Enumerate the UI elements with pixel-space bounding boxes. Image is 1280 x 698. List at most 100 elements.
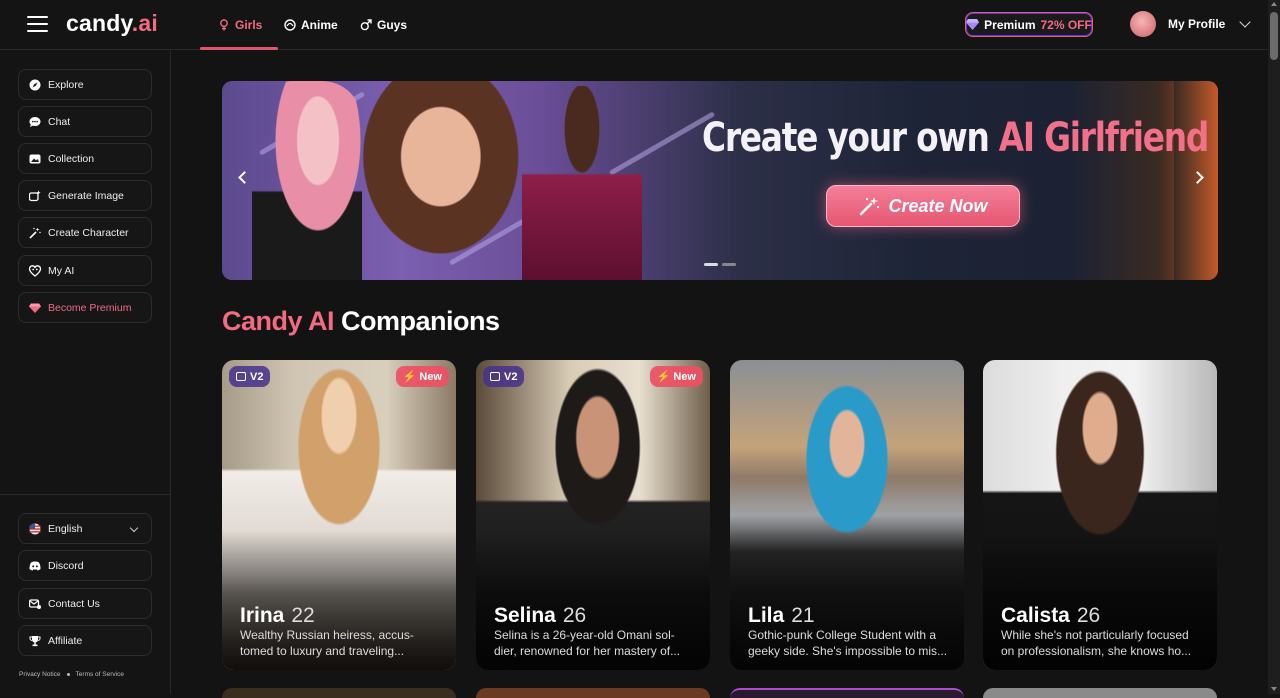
sidebar-item-label: Affiliate — [48, 634, 83, 647]
sidebar-item-label: Generate Image — [48, 189, 124, 202]
sidebar-item-affiliate[interactable]: Affiliate — [18, 625, 152, 656]
image-sparkle-icon — [29, 190, 41, 201]
sidebar-item-label: Discord — [48, 559, 84, 572]
lightning-icon: ⚡ — [402, 371, 417, 383]
character-description: Wealthy Russian heiress, accus-tomed to … — [240, 628, 414, 658]
tab-guys-label: Guys — [377, 18, 408, 32]
image-icon — [236, 372, 246, 381]
contact-icon — [29, 598, 41, 609]
profile-label: My Profile — [1168, 17, 1226, 31]
female-symbol-icon — [220, 19, 228, 31]
character-card-peek[interactable] — [730, 688, 964, 698]
separator-dot — [66, 673, 70, 676]
scrollbar[interactable] — [1268, 0, 1280, 694]
tab-guys[interactable]: Guys — [360, 0, 407, 50]
sidebar-item-become-premium[interactable]: Become Premium — [18, 292, 152, 323]
chevron-down-icon — [1239, 16, 1252, 28]
chat-bubble-icon — [29, 116, 41, 127]
character-name: Calista 26 — [1001, 604, 1101, 627]
tab-anime[interactable]: Anime — [284, 0, 338, 50]
scroll-up-arrow-icon[interactable] — [1271, 2, 1277, 6]
heart-mask-icon — [29, 264, 41, 277]
banner-model-image — [522, 86, 642, 280]
sidebar-item-label: Explore — [48, 78, 84, 91]
privacy-notice-link[interactable]: Privacy Notice — [19, 671, 61, 678]
section-title: Candy AI Companions — [222, 306, 500, 336]
tab-girls[interactable]: Girls — [199, 0, 279, 50]
sidebar-item-label: My AI — [48, 264, 75, 277]
top-bar: candy.ai Girls Anime Guys Premium 72% OF… — [0, 0, 1268, 50]
sidebar-item-create-character[interactable]: Create Character — [18, 217, 152, 248]
sidebar-item-label: Chat — [48, 115, 71, 128]
terms-of-service-link[interactable]: Terms of Service — [76, 671, 124, 678]
sidebar-item-label: Become Premium — [48, 301, 132, 314]
character-description: Gothic-punk College Student with a geeky… — [748, 628, 948, 658]
sidebar-item-label: Create Character — [48, 226, 129, 239]
v2-badge: V2 — [483, 366, 525, 387]
new-badge: ⚡ New — [395, 366, 449, 387]
lightning-icon: ⚡ — [656, 371, 671, 383]
magic-wand-icon — [29, 227, 41, 239]
sidebar-item-generate-image[interactable]: Generate Image — [18, 180, 152, 211]
character-card[interactable]: Calista 26 While she's not particularly f… — [983, 360, 1217, 670]
tab-girls-label: Girls — [235, 18, 263, 32]
sidebar-divider — [0, 494, 171, 495]
premium-label: Premium — [984, 17, 1036, 32]
sidebar-item-label: Contact Us — [48, 597, 100, 610]
language-select[interactable]: English — [18, 513, 152, 544]
diamond-icon — [29, 303, 41, 313]
tab-anime-label: Anime — [301, 18, 338, 32]
magic-wand-icon — [860, 197, 880, 216]
character-card-peek[interactable] — [476, 688, 710, 698]
character-name: Selina 26 — [494, 604, 587, 627]
sidebar-item-discord[interactable]: Discord — [18, 550, 152, 581]
scroll-down-arrow-icon[interactable] — [1271, 687, 1277, 691]
carousel-dot[interactable] — [722, 263, 736, 266]
profile-menu[interactable]: My Profile — [1130, 11, 1252, 37]
banner-model-image — [342, 81, 532, 280]
sidebar-item-chat[interactable]: Chat — [18, 106, 152, 137]
discord-icon — [29, 561, 41, 570]
hero-banner[interactable]: Create your own AI Girlfriend Create Now — [222, 81, 1218, 280]
create-now-label: Create Now — [888, 195, 988, 216]
character-card[interactable]: V2 ⚡ New Selina 26 Selina is a 26-year-old… — [476, 360, 710, 670]
trophy-icon — [29, 635, 41, 646]
legal-links: Privacy Notice Terms of Service — [19, 671, 124, 678]
chevron-down-icon — [129, 523, 139, 533]
character-description: While she's not particularly focused on … — [1001, 628, 1192, 658]
character-description: Selina is a 26-year-old Omani sol-dier, … — [494, 628, 681, 658]
chevron-left-icon[interactable] — [238, 171, 251, 184]
male-symbol-icon — [360, 19, 372, 31]
menu-icon[interactable] — [27, 16, 48, 32]
scroll-thumb[interactable] — [1270, 12, 1278, 60]
premium-discount: 72% OFF — [1040, 17, 1092, 32]
carousel-dots — [704, 263, 736, 266]
sidebar-item-contact-us[interactable]: Contact Us — [18, 588, 152, 619]
character-card-peek[interactable] — [983, 688, 1217, 698]
character-card[interactable]: Lila 21 Gothic-punk College Student with … — [730, 360, 964, 670]
us-flag-icon — [29, 523, 41, 534]
sidebar: Explore Chat Collection Generate Image C… — [0, 51, 171, 694]
image-icon — [490, 372, 500, 381]
logo[interactable]: candy.ai — [66, 10, 158, 37]
banner-title: Create your own AI Girlfriend — [702, 115, 1209, 161]
new-badge: ⚡ New — [649, 366, 703, 387]
diamond-icon — [966, 19, 980, 30]
character-name: Irina 22 — [240, 604, 315, 627]
sidebar-item-collection[interactable]: Collection — [18, 143, 152, 174]
sidebar-item-explore[interactable]: Explore — [18, 69, 152, 100]
create-now-button[interactable]: Create Now — [826, 185, 1020, 227]
carousel-dot[interactable] — [704, 263, 718, 266]
character-name: Lila 21 — [748, 604, 815, 627]
character-card[interactable]: V2 ⚡ New Irina 22 Wealthy Russian heiress,… — [222, 360, 456, 670]
language-label: English — [48, 522, 83, 535]
anime-icon — [284, 19, 296, 31]
compass-icon — [29, 79, 41, 90]
gallery-icon — [29, 154, 41, 163]
avatar — [1130, 11, 1156, 37]
v2-badge: V2 — [229, 366, 271, 387]
premium-button[interactable]: Premium 72% OFF — [965, 12, 1093, 37]
character-card-peek[interactable] — [222, 688, 456, 698]
sidebar-item-label: Collection — [48, 152, 95, 165]
sidebar-item-my-ai[interactable]: My AI — [18, 255, 152, 286]
